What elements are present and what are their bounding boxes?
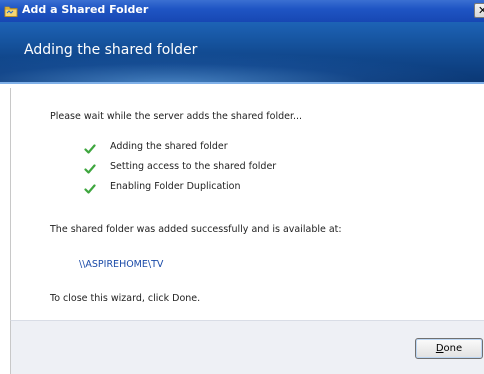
wizard-banner: Adding the shared folder [0, 22, 484, 82]
wait-message: Please wait while the server adds the sh… [50, 111, 303, 122]
success-message: The shared folder was added successfully… [50, 224, 342, 235]
check-icon [84, 164, 96, 174]
title-bar[interactable]: Add a Shared Folder ✕ [0, 0, 484, 22]
done-button[interactable]: Done [415, 338, 483, 359]
share-path-link[interactable]: \\ASPIREHOME\TV [79, 259, 163, 270]
step-label: Enabling Folder Duplication [110, 181, 241, 192]
step-label: Setting access to the shared folder [110, 161, 277, 172]
done-button-label: one [443, 343, 463, 354]
wizard-footer [10, 320, 484, 374]
close-button[interactable]: ✕ [474, 3, 484, 18]
folder-icon [4, 6, 18, 17]
banner-divider [0, 82, 484, 84]
check-icon [84, 144, 96, 154]
window-title: Add a Shared Folder [22, 3, 149, 16]
page-title: Adding the shared folder [24, 42, 198, 58]
check-icon [84, 184, 96, 194]
step-label: Adding the shared folder [110, 141, 228, 152]
done-button-accelerator: D [435, 343, 444, 354]
close-instruction: To close this wizard, click Done. [50, 293, 201, 304]
wizard-window: Add a Shared Folder ✕ Adding the shared … [0, 0, 484, 374]
close-icon: ✕ [478, 4, 484, 17]
wizard-content [10, 88, 484, 320]
